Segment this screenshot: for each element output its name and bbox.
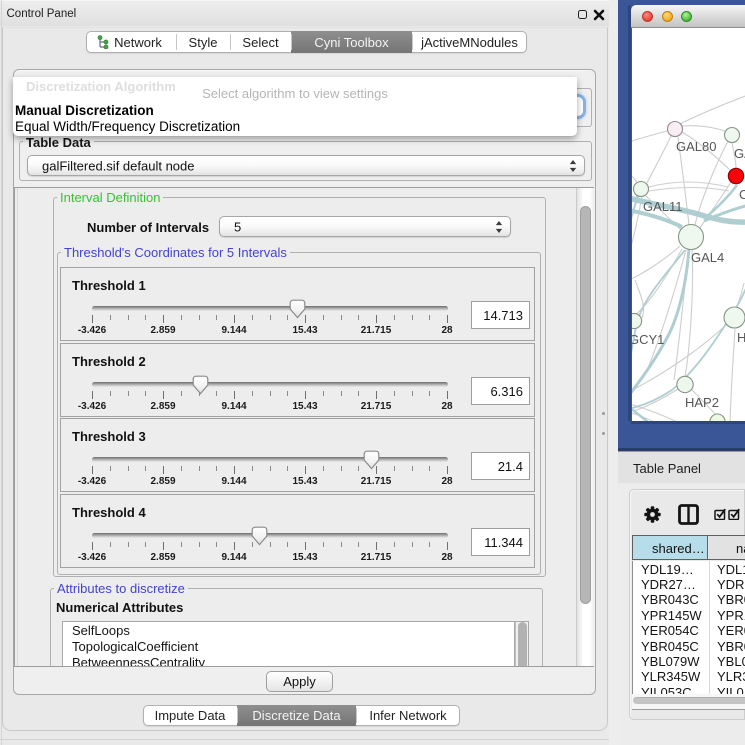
svg-text:GAL11: GAL11	[643, 199, 683, 214]
svg-text:C: C	[739, 187, 745, 202]
svg-text:GAL4: GAL4	[691, 250, 724, 265]
svg-text:GA: GA	[734, 146, 745, 161]
svg-text:GCY1: GCY1	[632, 332, 664, 347]
svg-text:H: H	[737, 330, 745, 345]
svg-text:GAL80: GAL80	[676, 139, 716, 154]
svg-text:HAP2: HAP2	[685, 395, 719, 410]
